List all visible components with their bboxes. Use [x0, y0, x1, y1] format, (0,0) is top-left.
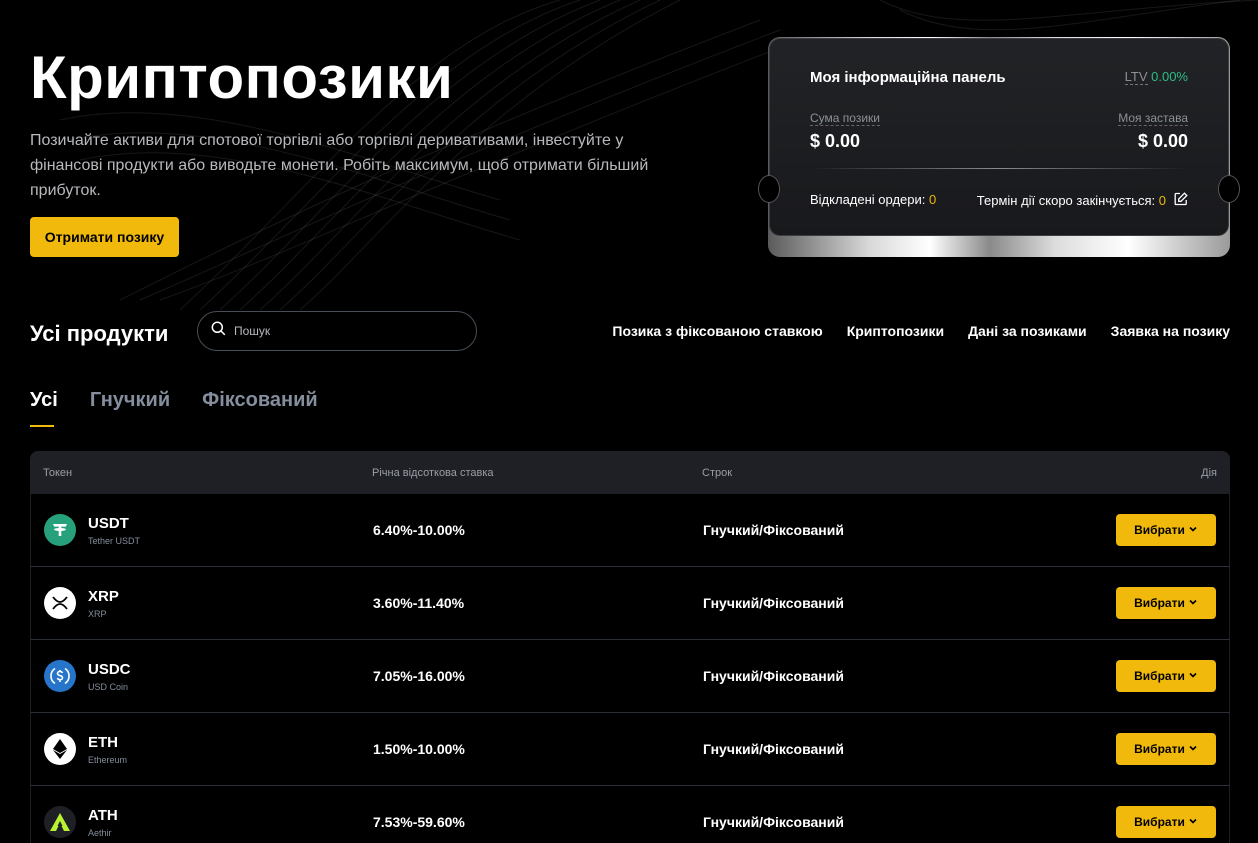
get-loan-button[interactable]: Отримати позику: [30, 217, 179, 257]
chevron-down-icon: [1188, 596, 1198, 610]
loan-amount-label[interactable]: Сума позики: [810, 111, 880, 126]
loan-term: Гнучкий/Фіксований: [703, 741, 844, 757]
ath-icon: [44, 806, 76, 838]
eth-icon: [44, 733, 76, 765]
token-symbol: ATH: [88, 806, 118, 824]
usdt-icon: [44, 514, 76, 546]
expiring-soon-label: Термін дії скоро закінчується:: [976, 193, 1156, 208]
search-box[interactable]: [197, 311, 477, 351]
product-tabs: Усі Гнучкий Фіксований: [30, 389, 318, 427]
table-row[interactable]: ATH Aethir 7.53%-59.60% Гнучкий/Фіксован…: [30, 786, 1230, 843]
expiring-soon[interactable]: Термін дії скоро закінчується: 0: [977, 192, 1188, 209]
ltv-value: 0.00%: [1151, 69, 1188, 84]
header-token: Токен: [43, 466, 73, 479]
xrp-icon: [44, 587, 76, 619]
fixed-rate-loan-link[interactable]: Позика з фіксованою ставкою: [612, 323, 822, 339]
choose-button[interactable]: Вибрати: [1116, 733, 1216, 765]
table-row[interactable]: XRP XRP 3.60%-11.40% Гнучкий/Фіксований …: [30, 567, 1230, 640]
loan-products-table: Токен Річна відсоткова ставка Строк Дія …: [30, 451, 1230, 843]
tab-fixed[interactable]: Фіксований: [202, 389, 318, 427]
table-row[interactable]: ETH Ethereum 1.50%-10.00% Гнучкий/Фіксов…: [30, 713, 1230, 786]
hero-description: Позичайте активи для спотової торгівлі а…: [30, 132, 649, 199]
annual-rate: 1.50%-10.00%: [373, 741, 465, 757]
page-title: Криптопозики: [30, 44, 454, 111]
crypto-loans-link[interactable]: Криптопозики: [847, 323, 944, 339]
choose-button[interactable]: Вибрати: [1116, 806, 1216, 838]
pending-orders-label: Відкладені ордери:: [810, 192, 926, 207]
collateral-value: $ 0.00: [1137, 131, 1188, 151]
tab-all[interactable]: Усі: [30, 389, 58, 427]
dashboard-card: Моя інформаційна панель LTV 0.00% Сума п…: [758, 37, 1240, 257]
loan-term: Гнучкий/Фіксований: [703, 595, 844, 611]
ltv-indicator[interactable]: LTV 0.00%: [1124, 69, 1188, 85]
all-products-title: Усі продукти: [30, 321, 169, 346]
annual-rate: 7.05%-16.00%: [373, 668, 465, 684]
loan-links-nav: Позика з фіксованою ставкою Криптопозики…: [612, 323, 1230, 339]
annual-rate: 3.60%-11.40%: [373, 595, 465, 611]
token-name: USD Coin: [88, 681, 129, 692]
ticket-notch-right: [1218, 175, 1240, 203]
chevron-down-icon: [1188, 815, 1198, 829]
choose-button[interactable]: Вибрати: [1116, 514, 1216, 546]
table-row[interactable]: USDT Tether USDT 6.40%-10.00% Гнучкий/Фі…: [30, 494, 1230, 567]
pending-orders-count: 0: [929, 192, 937, 207]
loan-application-link[interactable]: Заявка на позику: [1111, 323, 1230, 339]
header-annual-rate: Річна відсоткова ставка: [372, 466, 494, 479]
loan-term: Гнучкий/Фіксований: [703, 668, 844, 684]
table-header: Токен Річна відсоткова ставка Строк Дія: [30, 451, 1230, 494]
pending-orders[interactable]: Відкладені ордери: 0: [810, 192, 936, 207]
usdc-icon: [44, 660, 76, 692]
token-symbol: USDC: [88, 660, 131, 678]
dashboard-divider: [810, 168, 1188, 169]
choose-button[interactable]: Вибрати: [1116, 587, 1216, 619]
token-name: XRP: [88, 608, 107, 619]
loan-amount-value: $ 0.00: [810, 131, 861, 151]
collateral-stat: Моя застава $ 0.00: [1118, 109, 1188, 152]
token-name: Tether USDT: [88, 535, 141, 546]
dashboard-title: Моя інформаційна панель: [810, 69, 1006, 86]
search-input[interactable]: [234, 324, 454, 338]
token-symbol: ETH: [88, 733, 118, 751]
chevron-down-icon: [1188, 742, 1198, 756]
token-symbol: USDT: [88, 514, 129, 532]
annual-rate: 6.40%-10.00%: [373, 522, 465, 538]
token-name: Ethereum: [88, 754, 128, 765]
loan-data-link[interactable]: Дані за позиками: [968, 323, 1087, 339]
search-icon: [211, 321, 226, 341]
hero-section: Криптопозики Позичайте активи для спотов…: [30, 44, 670, 203]
loan-term: Гнучкий/Фіксований: [703, 522, 844, 538]
header-action: Дія: [1201, 466, 1217, 479]
ltv-label: LTV: [1124, 69, 1148, 85]
ticket-notch-left: [758, 175, 780, 203]
annual-rate: 7.53%-59.60%: [373, 814, 465, 830]
table-row[interactable]: USDC USD Coin 7.05%-16.00% Гнучкий/Фіксо…: [30, 640, 1230, 713]
chevron-down-icon: [1188, 669, 1198, 683]
edit-icon[interactable]: [1174, 192, 1188, 209]
header-term: Строк: [702, 466, 733, 479]
choose-button[interactable]: Вибрати: [1116, 660, 1216, 692]
token-name: Aethir: [88, 827, 112, 838]
chevron-down-icon: [1188, 523, 1198, 537]
tab-flexible[interactable]: Гнучкий: [90, 389, 170, 427]
loan-amount-stat: Сума позики $ 0.00: [810, 109, 880, 152]
token-symbol: XRP: [88, 587, 119, 605]
expiring-soon-count: 0: [1158, 193, 1166, 208]
collateral-label[interactable]: Моя застава: [1118, 111, 1188, 126]
loan-term: Гнучкий/Фіксований: [703, 814, 844, 830]
